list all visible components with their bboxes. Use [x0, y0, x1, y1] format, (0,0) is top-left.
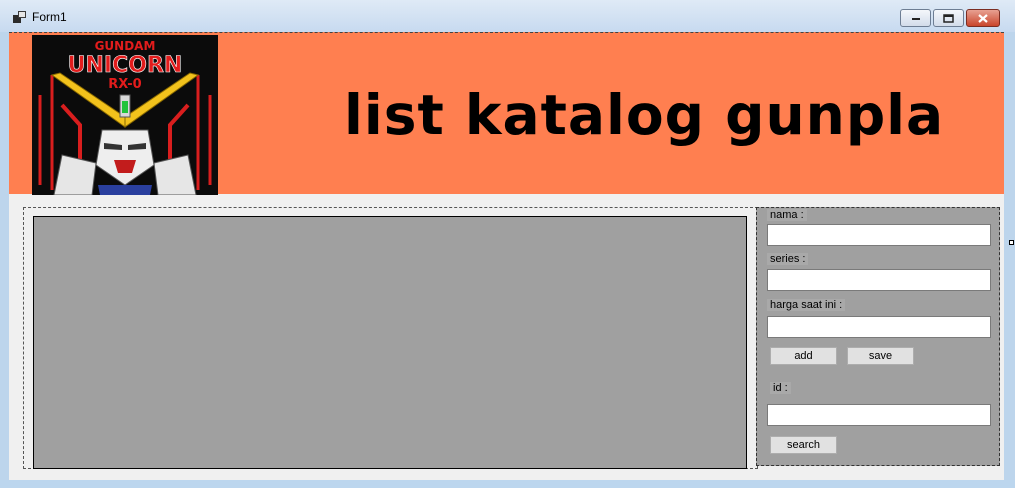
maximize-button[interactable]	[933, 9, 964, 27]
page-title: list katalog gunpla	[344, 83, 945, 147]
gundam-poster-art: GUNDAM UNICORN RX-0	[32, 35, 218, 195]
app-window: Form1 GUNDAM UNICORN RX-0 list katalog g…	[0, 0, 1015, 488]
add-button[interactable]: add	[770, 347, 837, 365]
close-icon	[978, 13, 988, 23]
series-label: series :	[767, 253, 809, 265]
harga-label: harga saat ini :	[767, 299, 846, 311]
grid-container	[23, 207, 758, 469]
header-banner: GUNDAM UNICORN RX-0 list katalog gunpla	[9, 32, 1004, 195]
poster-line3: RX-0	[108, 77, 141, 92]
poster-line1: GUNDAM	[95, 39, 156, 53]
title-bar[interactable]: Form1	[0, 0, 1015, 32]
nama-input[interactable]	[767, 224, 991, 246]
poster-line2: UNICORN	[68, 53, 183, 78]
form-app-icon	[13, 11, 26, 23]
gundam-unicorn-poster: GUNDAM UNICORN RX-0	[32, 35, 218, 195]
nama-label: nama :	[767, 209, 807, 221]
input-panel: nama : series : harga saat ini : add sav…	[756, 207, 1000, 466]
id-input[interactable]	[767, 404, 991, 426]
minimize-button[interactable]	[900, 9, 931, 27]
series-input[interactable]	[767, 269, 991, 291]
id-label: id :	[770, 382, 791, 394]
window-title: Form1	[32, 10, 67, 24]
minimize-icon	[911, 18, 920, 20]
harga-input[interactable]	[767, 316, 991, 338]
katalog-data-grid[interactable]	[33, 216, 747, 469]
form-client-area: GUNDAM UNICORN RX-0 list katalog gunpla …	[9, 32, 1004, 480]
designer-resize-handle[interactable]	[1009, 240, 1014, 245]
window-bottom-border	[0, 480, 1015, 488]
close-button[interactable]	[966, 9, 1000, 27]
search-button[interactable]: search	[770, 436, 837, 454]
save-button[interactable]: save	[847, 347, 914, 365]
maximize-icon	[943, 13, 954, 23]
